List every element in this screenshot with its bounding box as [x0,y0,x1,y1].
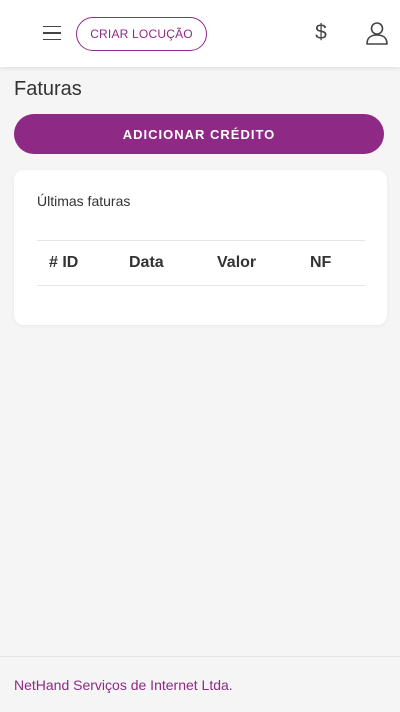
create-voiceover-button[interactable]: CRIAR LOCUÇÃO [76,17,207,51]
column-header-nf: NF [310,254,332,271]
add-credit-button[interactable]: ADICIONAR CRÉDITO [14,114,384,154]
page: CRIAR LOCUÇÃO $ Faturas ADICIONAR CRÉDIT… [0,0,400,712]
dollar-icon[interactable]: $ [309,18,333,48]
column-header-date: Data [129,254,164,271]
page-title: Faturas [14,78,82,100]
invoices-card: Últimas faturas # ID Data Valor NF [14,170,387,325]
user-icon[interactable] [364,20,390,46]
column-header-id: # ID [49,254,79,271]
hamburger-menu-icon[interactable] [38,20,66,46]
column-header-value: Valor [217,254,257,271]
invoices-card-title: Últimas faturas [37,193,131,209]
footer: NetHand Serviços de Internet Ltda. [0,656,400,712]
top-bar: CRIAR LOCUÇÃO $ [0,0,400,67]
table-header-row: # ID Data Valor NF [37,240,365,286]
invoices-table: # ID Data Valor NF [37,240,365,286]
company-name: NetHand Serviços de Internet Ltda. [14,677,233,693]
